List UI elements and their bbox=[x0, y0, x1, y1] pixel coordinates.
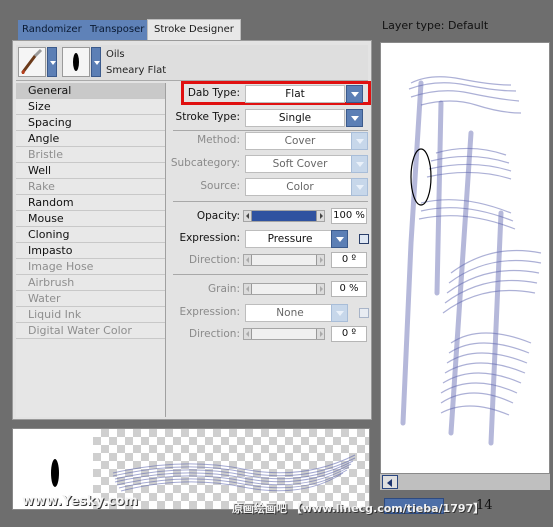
opacity-expression-invert-checkbox[interactable] bbox=[359, 234, 369, 244]
tab-transposer[interactable]: Transposer bbox=[86, 20, 149, 40]
stroke-type-dropdown-button[interactable] bbox=[346, 109, 363, 127]
slider-right-arrow-icon[interactable] bbox=[316, 211, 324, 221]
brush-selector-bar: Oils Smeary Flat bbox=[16, 45, 368, 81]
dab-type-dropdown-button[interactable] bbox=[346, 85, 363, 103]
dab-shape-icon[interactable] bbox=[62, 47, 90, 77]
brush-category-label: Oils bbox=[106, 49, 125, 60]
method-dropdown-button[interactable] bbox=[351, 132, 368, 150]
category-image-hose: Image Hose bbox=[16, 259, 165, 275]
subcategory-select[interactable]: Soft Cover bbox=[245, 155, 355, 173]
opacity-direction-value[interactable]: 0 º bbox=[331, 252, 367, 268]
opacity-slider-fill bbox=[244, 211, 324, 221]
grain-expression-dropdown-button[interactable] bbox=[331, 304, 348, 322]
subcategory-label: Subcategory: bbox=[170, 157, 240, 169]
opacity-slider[interactable] bbox=[243, 210, 325, 222]
direction-label: Direction: bbox=[189, 328, 240, 340]
source-label: Source: bbox=[200, 180, 240, 192]
category-mouse[interactable]: Mouse bbox=[16, 211, 165, 227]
slider-right-arrow-icon[interactable] bbox=[316, 284, 324, 294]
dab-type-label: Dab Type: bbox=[187, 87, 240, 99]
slider-left-arrow-icon[interactable] bbox=[244, 211, 252, 221]
grain-direction-row: Direction: 0 º bbox=[173, 325, 368, 345]
brush-variant-label: Smeary Flat bbox=[106, 65, 167, 76]
grain-expression-row: Expression: None bbox=[173, 303, 369, 323]
category-digital-water-color: Digital Water Color bbox=[16, 323, 165, 339]
category-bristle: Bristle bbox=[16, 147, 165, 163]
opacity-direction-slider[interactable] bbox=[243, 254, 325, 266]
grain-direction-value[interactable]: 0 º bbox=[331, 326, 367, 342]
category-water: Water bbox=[16, 291, 165, 307]
stroke-type-label: Stroke Type: bbox=[175, 111, 240, 123]
category-size[interactable]: Size bbox=[16, 99, 165, 115]
layer-type-label: Layer type: Default bbox=[382, 19, 489, 32]
source-row: Source: Color bbox=[173, 177, 368, 197]
scroll-left-arrow-icon[interactable] bbox=[382, 475, 398, 489]
opacity-label: Opacity: bbox=[196, 210, 240, 222]
tab-stroke-designer[interactable]: Stroke Designer bbox=[147, 19, 241, 41]
opacity-expression-select[interactable]: Pressure bbox=[245, 230, 335, 248]
category-list: General Size Spacing Angle Bristle Well … bbox=[16, 83, 166, 417]
dab-type-row: Dab Type: Flat bbox=[173, 84, 368, 104]
direction-label: Direction: bbox=[189, 254, 240, 266]
paintbrush-icon[interactable] bbox=[18, 47, 46, 77]
method-row: Method: Cover bbox=[173, 131, 368, 151]
opacity-expression-dropdown-button[interactable] bbox=[331, 230, 348, 248]
category-airbrush: Airbrush bbox=[16, 275, 165, 291]
category-cloning[interactable]: Cloning bbox=[16, 227, 165, 243]
opacity-row: Opacity: 100 % bbox=[173, 207, 368, 227]
subcategory-row: Subcategory: Soft Cover bbox=[170, 154, 368, 174]
grain-value[interactable]: 0 % bbox=[331, 281, 367, 297]
watermark-left: www.Yesky.com bbox=[22, 494, 138, 509]
grain-row: Grain: 0 % bbox=[173, 280, 368, 300]
category-well[interactable]: Well bbox=[16, 163, 165, 179]
grain-direction-slider[interactable] bbox=[243, 328, 325, 340]
slider-right-arrow-icon[interactable] bbox=[316, 255, 324, 265]
horizontal-scrollbar[interactable] bbox=[380, 474, 550, 490]
category-spacing[interactable]: Spacing bbox=[16, 115, 165, 131]
category-rake: Rake bbox=[16, 179, 165, 195]
drawing-canvas[interactable] bbox=[380, 42, 550, 474]
stroke-type-row: Stroke Type: Single bbox=[173, 108, 368, 128]
expression-label: Expression: bbox=[179, 232, 240, 244]
opacity-direction-row: Direction: 0 º bbox=[173, 251, 368, 271]
grain-label: Grain: bbox=[208, 283, 240, 295]
category-impasto[interactable]: Impasto bbox=[16, 243, 165, 259]
divider bbox=[173, 274, 368, 275]
category-random[interactable]: Random bbox=[16, 195, 165, 211]
grain-expression-select[interactable]: None bbox=[245, 304, 335, 322]
slider-left-arrow-icon[interactable] bbox=[244, 329, 252, 339]
source-dropdown-button[interactable] bbox=[351, 178, 368, 196]
watermark-right: 原画绘画吧 【www.linecg.com/tieba/1797】 bbox=[232, 502, 485, 515]
grain-expression-invert-checkbox[interactable] bbox=[359, 308, 369, 318]
tab-randomizer[interactable]: Randomizer bbox=[18, 20, 86, 40]
method-label: Method: bbox=[197, 134, 240, 146]
category-general[interactable]: General bbox=[16, 83, 165, 99]
opacity-value[interactable]: 100 % bbox=[331, 208, 367, 224]
opacity-expression-row: Expression: Pressure bbox=[173, 229, 369, 249]
brush-controls-window: Randomizer Transposer Stroke Designer Oi… bbox=[0, 0, 553, 527]
dab-type-select[interactable]: Flat bbox=[245, 85, 345, 103]
subcategory-dropdown-button[interactable] bbox=[351, 155, 368, 173]
slider-left-arrow-icon[interactable] bbox=[244, 255, 252, 265]
slider-left-arrow-icon[interactable] bbox=[244, 284, 252, 294]
grain-slider[interactable] bbox=[243, 283, 325, 295]
expression-label: Expression: bbox=[179, 306, 240, 318]
method-select[interactable]: Cover bbox=[245, 132, 355, 150]
variant-dropdown-button[interactable] bbox=[91, 47, 101, 77]
slider-right-arrow-icon[interactable] bbox=[316, 329, 324, 339]
stroke-type-select[interactable]: Single bbox=[245, 109, 345, 127]
category-dropdown-button[interactable] bbox=[47, 47, 57, 77]
divider bbox=[173, 201, 368, 202]
category-angle[interactable]: Angle bbox=[16, 131, 165, 147]
category-liquid-ink: Liquid Ink bbox=[16, 307, 165, 323]
stroke-designer-panel: Oils Smeary Flat General Size Spacing An… bbox=[12, 40, 372, 420]
source-select[interactable]: Color bbox=[245, 178, 355, 196]
